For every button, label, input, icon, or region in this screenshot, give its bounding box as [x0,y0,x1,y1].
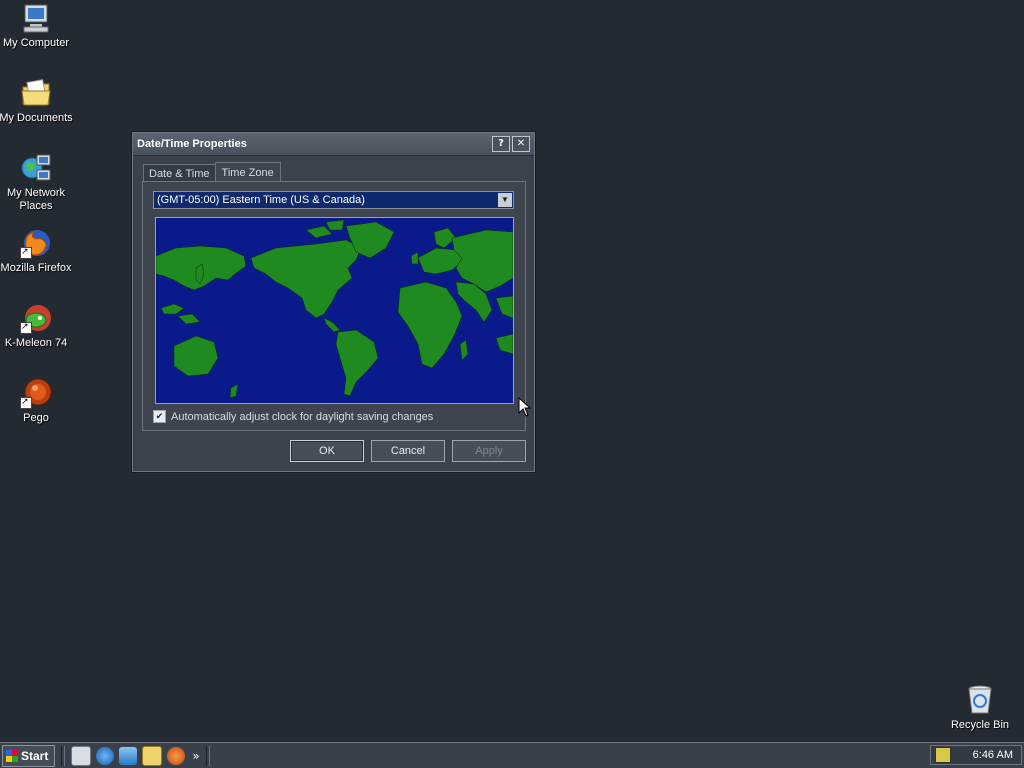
taskbar-separator [205,745,210,766]
desktop-icon-label: K-Meleon 74 [4,337,68,349]
daylight-saving-label[interactable]: Automatically adjust clock for daylight … [171,411,433,423]
system-tray: 6:46 AM [930,745,1022,765]
show-desktop-icon[interactable] [71,745,92,766]
mouse-cursor-icon [518,396,532,417]
desktop-icon-my-documents[interactable]: My Documents [0,77,74,125]
help-button[interactable]: ? [492,136,510,152]
chevron-down-icon[interactable]: ▼ [498,193,512,207]
firefox-icon [20,227,52,259]
desktop-icon-k-meleon[interactable]: K-Meleon 74 [0,302,74,350]
windows-logo-icon [6,749,18,762]
firefox-icon[interactable] [167,746,186,765]
pego-icon [20,377,52,409]
time-zone-panel: (GMT-05:00) Eastern Time (US & Canada) ▼ [142,181,526,431]
recycle-bin-icon [964,684,996,716]
desktop-icon-mozilla-firefox[interactable]: Mozilla Firefox [0,227,74,275]
quick-launch-bar: » [71,745,200,766]
start-label: Start [21,748,49,763]
timezone-select[interactable]: (GMT-05:00) Eastern Time (US & Canada) ▼ [153,191,514,209]
shortcut-arrow-icon [20,320,32,334]
taskbar: Start » 6:46 AM [0,742,1024,768]
dialog-titlebar[interactable]: Date/Time Properties ? ✕ [133,133,534,156]
taskbar-separator [61,745,66,766]
daylight-saving-checkbox[interactable]: ✔ [153,410,166,423]
desktop-icon-pego[interactable]: Pego [0,377,74,425]
apply-button[interactable]: Apply [452,440,526,462]
desktop-icon-recycle-bin[interactable]: Recycle Bin [942,684,1018,732]
documents-folder-icon [20,77,52,109]
kmeleon-icon [20,302,52,334]
desktop-icon-my-computer[interactable]: My Computer [0,2,74,50]
ok-button[interactable]: OK [290,440,364,462]
desktop-icon-label: Recycle Bin [950,719,1010,731]
tab-strip: Date & Time Time Zone [143,161,281,184]
cancel-button[interactable]: Cancel [371,440,445,462]
desktop-icon-label: My Network Places [6,187,66,212]
dialog-title: Date/Time Properties [137,138,247,150]
desktop-icon-label: My Documents [0,112,73,124]
computer-icon [20,2,52,34]
desktop-icon-my-network-places[interactable]: My Network Places [0,152,74,213]
desktop-icon-label: Pego [23,412,49,424]
explorer-icon[interactable] [142,745,163,766]
close-button[interactable]: ✕ [512,136,530,152]
daylight-saving-row: ✔ Automatically adjust clock for dayligh… [153,410,433,423]
desktop-icon-label: Mozilla Firefox [0,262,72,274]
outlook-icon[interactable] [119,746,138,765]
tray-clock[interactable]: 6:46 AM [973,749,1013,761]
internet-explorer-icon[interactable] [96,746,115,765]
shortcut-arrow-icon [20,245,32,259]
desktop-icon-label: My Computer [2,37,70,49]
tray-app-icon[interactable] [935,747,951,763]
date-time-properties-dialog: Date/Time Properties ? ✕ Date & Time Tim… [132,132,535,472]
shortcut-arrow-icon [20,395,32,409]
start-button[interactable]: Start [2,744,56,767]
timezone-select-value: (GMT-05:00) Eastern Time (US & Canada) [157,194,365,206]
quick-launch-more-button[interactable]: » [192,749,199,763]
world-map [155,217,514,404]
network-places-icon [20,152,52,184]
